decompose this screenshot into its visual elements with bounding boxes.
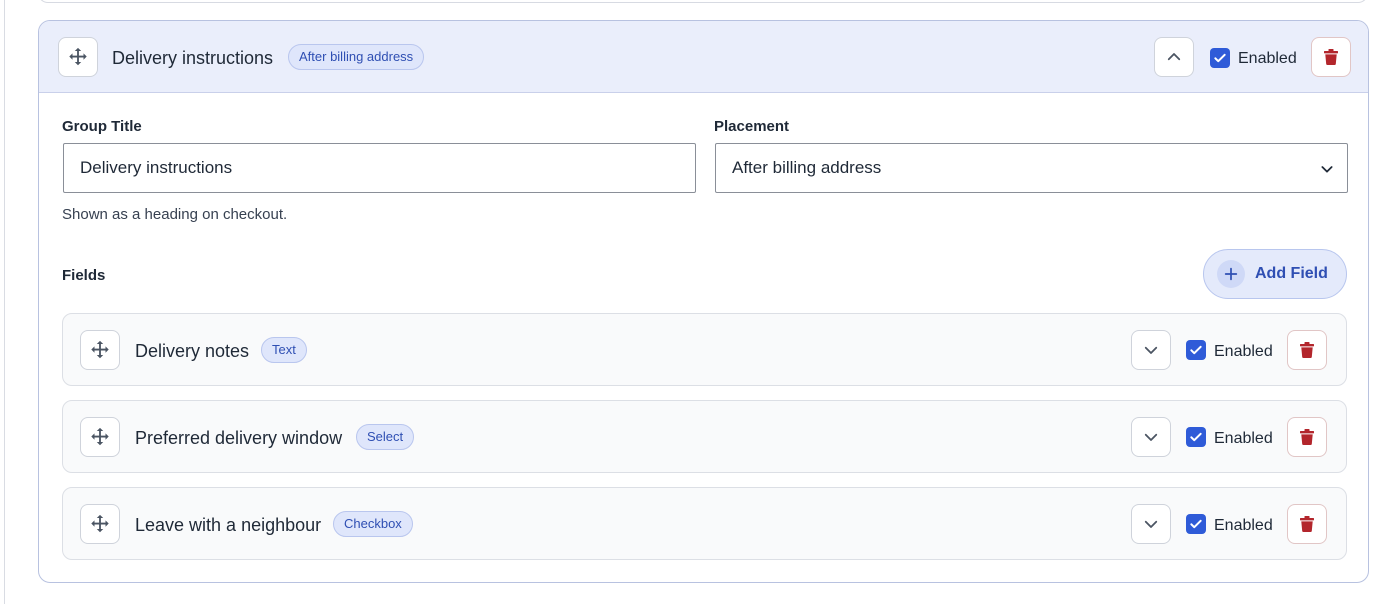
field-expand-button[interactable] (1131, 504, 1171, 544)
group-drag-handle[interactable] (58, 37, 98, 77)
chevron-up-icon (1167, 53, 1181, 61)
previous-group-card (38, 0, 1368, 3)
checkmark-icon (1190, 519, 1202, 529)
placement-select-value: After billing address (732, 158, 882, 177)
move-icon (91, 514, 109, 533)
move-icon (91, 427, 109, 446)
field-row: Preferred delivery window Select Enabled (62, 400, 1347, 473)
field-row: Leave with a neighbour Checkbox Enabled (62, 487, 1347, 560)
trash-icon (1300, 516, 1314, 532)
field-type-badge: Checkbox (333, 511, 413, 537)
move-icon (69, 47, 87, 66)
field-title: Preferred delivery window (135, 428, 343, 448)
checkmark-icon (1190, 432, 1202, 442)
group-title: Delivery instructions (112, 48, 274, 68)
field-row: Delivery notes Text Enabled (62, 313, 1347, 386)
chevron-down-icon (1144, 433, 1158, 441)
group-placement-badge: After billing address (288, 44, 425, 70)
move-icon (91, 340, 109, 359)
field-title: Delivery notes (135, 341, 250, 361)
group-enabled-label[interactable]: Enabled (1238, 50, 1297, 68)
field-enabled-checkbox[interactable] (1186, 514, 1206, 534)
chevron-down-icon (1144, 346, 1158, 354)
field-drag-handle[interactable] (80, 330, 120, 370)
chevron-down-icon (1144, 520, 1158, 528)
fields-heading: Fields (62, 267, 106, 284)
page-left-border (4, 0, 5, 604)
group-collapse-button[interactable] (1154, 37, 1194, 77)
plus-icon (1217, 260, 1245, 288)
group-delete-button[interactable] (1311, 37, 1351, 77)
checkmark-icon (1214, 53, 1226, 63)
field-title: Leave with a neighbour (135, 515, 322, 535)
field-enabled-label[interactable]: Enabled (1214, 343, 1273, 361)
placement-label: Placement (714, 118, 790, 135)
trash-icon (1300, 429, 1314, 445)
group-title-help-text: Shown as a heading on checkout. (62, 206, 288, 223)
field-group-card: Delivery instructions After billing addr… (38, 20, 1369, 583)
field-type-badge: Text (261, 337, 307, 363)
field-expand-button[interactable] (1131, 417, 1171, 457)
add-field-label: Add Field (1255, 265, 1328, 282)
group-enabled-checkbox[interactable] (1210, 48, 1230, 68)
trash-icon (1300, 342, 1314, 358)
placement-select[interactable]: After billing address (715, 143, 1348, 193)
field-enabled-label[interactable]: Enabled (1214, 517, 1273, 535)
group-header: Delivery instructions After billing addr… (39, 21, 1368, 93)
group-title-label: Group Title (62, 118, 142, 135)
chevron-down-icon (1321, 166, 1333, 173)
field-enabled-checkbox[interactable] (1186, 427, 1206, 447)
field-delete-button[interactable] (1287, 504, 1327, 544)
field-expand-button[interactable] (1131, 330, 1171, 370)
field-drag-handle[interactable] (80, 504, 120, 544)
field-drag-handle[interactable] (80, 417, 120, 457)
group-title-input[interactable]: Delivery instructions (63, 143, 696, 193)
add-field-button[interactable]: Add Field (1203, 249, 1347, 299)
field-type-badge: Select (356, 424, 415, 450)
checkmark-icon (1190, 345, 1202, 355)
trash-icon (1324, 49, 1338, 65)
field-enabled-checkbox[interactable] (1186, 340, 1206, 360)
field-delete-button[interactable] (1287, 330, 1327, 370)
field-delete-button[interactable] (1287, 417, 1327, 457)
field-enabled-label[interactable]: Enabled (1214, 430, 1273, 448)
